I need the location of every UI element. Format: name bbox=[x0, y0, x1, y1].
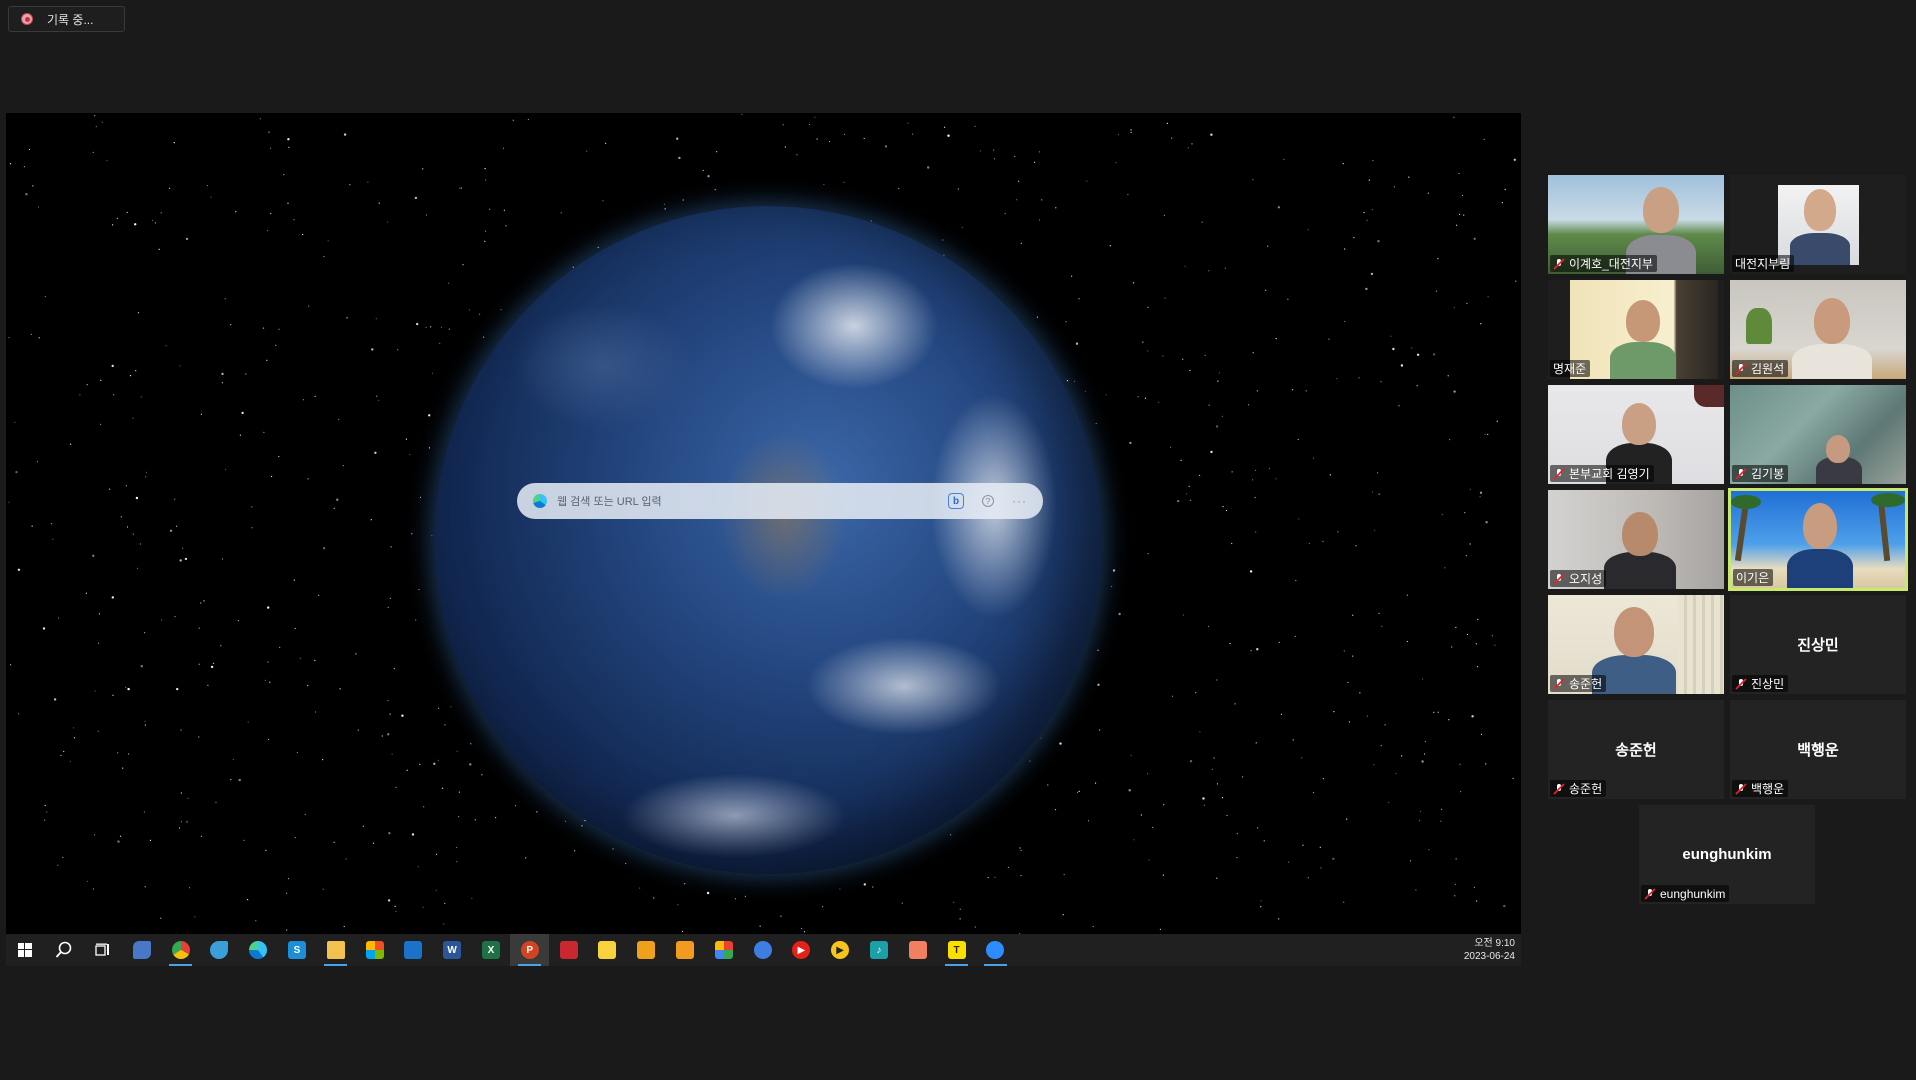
recording-label: 기록 중... bbox=[47, 12, 94, 27]
mail-icon[interactable] bbox=[394, 934, 433, 966]
participant-name: 오지성 bbox=[1569, 572, 1603, 586]
kakao-media-icon[interactable]: ▶ bbox=[821, 934, 860, 966]
help-icon[interactable]: ? bbox=[982, 495, 994, 507]
participant-name: 송준헌 bbox=[1569, 677, 1603, 691]
store-app-icon[interactable]: S bbox=[278, 934, 317, 966]
edge-logo-icon bbox=[533, 494, 547, 508]
participant-tile[interactable]: 오지성 bbox=[1548, 490, 1724, 589]
participant-tile[interactable]: 송준헌 송준헌 bbox=[1548, 700, 1724, 799]
kakaotalk-icon[interactable]: T bbox=[937, 934, 976, 966]
participant-name-label: 대전지부림 bbox=[1732, 255, 1795, 272]
file-explorer-icon[interactable] bbox=[316, 934, 355, 966]
mic-muted-icon bbox=[1735, 362, 1747, 375]
participant-name: 진상민 bbox=[1751, 677, 1785, 691]
microsoft-store-icon[interactable] bbox=[355, 934, 394, 966]
mic-muted-icon bbox=[1644, 887, 1656, 900]
mic-muted-icon bbox=[1735, 782, 1747, 795]
word-icon[interactable]: W bbox=[433, 934, 472, 966]
participant-name-label: 본부교회 김영기 bbox=[1550, 465, 1654, 482]
participant-name-label: eunghunkim bbox=[1641, 885, 1730, 902]
participant-name-label: 김기봉 bbox=[1732, 465, 1789, 482]
mic-muted-icon bbox=[1735, 467, 1747, 480]
app-orange-2-icon[interactable] bbox=[666, 934, 705, 966]
participant-tile[interactable]: 송준헌 bbox=[1548, 595, 1724, 694]
sticky-notes-icon[interactable] bbox=[588, 934, 627, 966]
chrome-icon[interactable] bbox=[161, 934, 200, 966]
participant-name: 이기은 bbox=[1736, 571, 1770, 585]
participant-name: 대전지부림 bbox=[1735, 257, 1791, 271]
bing-chat-icon[interactable]: b bbox=[948, 493, 964, 509]
mic-muted-icon bbox=[1735, 677, 1747, 690]
participant-name: 명재준 bbox=[1553, 362, 1587, 376]
youtube-icon[interactable]: ▶ bbox=[782, 934, 821, 966]
participant-name-label: 명재준 bbox=[1550, 360, 1591, 377]
app-bird-icon[interactable] bbox=[200, 934, 239, 966]
participant-name: 백행운 bbox=[1751, 782, 1785, 796]
participant-tile-active-speaker[interactable]: 이기은 bbox=[1728, 488, 1908, 591]
participant-name-label: 송준헌 bbox=[1550, 675, 1607, 692]
app-blue-robot-icon[interactable] bbox=[743, 934, 782, 966]
mic-muted-icon bbox=[1553, 677, 1565, 690]
task-view-icon[interactable] bbox=[84, 934, 123, 966]
participant-name: 송준헌 bbox=[1569, 782, 1603, 796]
app-red-icon[interactable] bbox=[549, 934, 588, 966]
participant-tile[interactable]: 이계호_대전지부 bbox=[1548, 175, 1724, 274]
app-photos-icon[interactable] bbox=[704, 934, 743, 966]
participant-tile[interactable]: 본부교회 김영기 bbox=[1548, 385, 1724, 484]
clock-date: 2023-06-24 bbox=[1463, 951, 1515, 962]
participant-name: 김원석 bbox=[1751, 362, 1785, 376]
participant-name-label: 송준헌 bbox=[1550, 780, 1607, 797]
record-icon bbox=[21, 13, 33, 25]
system-clock[interactable]: 오전 9:10 2023-06-24 bbox=[1464, 937, 1515, 963]
mic-muted-icon bbox=[1553, 572, 1565, 585]
participant-name: 김기봉 bbox=[1751, 467, 1785, 481]
participant-tile[interactable]: eunghunkim eunghunkim bbox=[1639, 805, 1815, 904]
windows-start-icon[interactable] bbox=[6, 934, 45, 966]
mic-muted-icon bbox=[1553, 257, 1565, 270]
clock-time: 오전 9:10 bbox=[1474, 938, 1515, 949]
windows-taskbar: S W X P ▶ ▶ ♪ T 오전 9:10 2023-06-24 bbox=[6, 934, 1521, 966]
powerpoint-icon[interactable]: P bbox=[510, 934, 550, 966]
participant-tile[interactable]: 진상민 진상민 bbox=[1730, 595, 1906, 694]
participant-name: eunghunkim bbox=[1660, 886, 1726, 901]
participant-name: 본부교회 김영기 bbox=[1569, 467, 1650, 481]
app-coral-icon[interactable] bbox=[898, 934, 937, 966]
participant-name-label: 김원석 bbox=[1732, 360, 1789, 377]
participant-tile[interactable]: 김원석 bbox=[1730, 280, 1906, 379]
zoom-icon[interactable] bbox=[976, 934, 1015, 966]
app-orange-1-icon[interactable] bbox=[627, 934, 666, 966]
search-icon[interactable] bbox=[45, 934, 84, 966]
participant-name-label: 이계호_대전지부 bbox=[1550, 255, 1657, 272]
shared-screen: 웹 검색 또는 URL 입력 b ? ··· S W X P ▶ ▶ ♪ T 오… bbox=[6, 113, 1521, 966]
recording-badge[interactable]: 기록 중... bbox=[8, 6, 125, 32]
excel-icon[interactable]: X bbox=[472, 934, 511, 966]
mic-muted-icon bbox=[1553, 467, 1565, 480]
participant-name-label: 진상민 bbox=[1732, 675, 1789, 692]
participant-name-label: 오지성 bbox=[1550, 570, 1607, 587]
tiktok-icon[interactable]: ♪ bbox=[860, 934, 899, 966]
participant-name-label: 이기은 bbox=[1733, 569, 1774, 586]
more-options-icon[interactable]: ··· bbox=[1012, 494, 1027, 508]
participant-name-label: 백행운 bbox=[1732, 780, 1789, 797]
browser-search-bar[interactable]: 웹 검색 또는 URL 입력 b ? ··· bbox=[517, 483, 1043, 519]
earth-wallpaper bbox=[434, 206, 1102, 874]
search-placeholder: 웹 검색 또는 URL 입력 bbox=[557, 496, 662, 508]
participant-tile[interactable]: 대전지부림 bbox=[1730, 175, 1906, 274]
mic-muted-icon bbox=[1553, 782, 1565, 795]
edge-icon[interactable] bbox=[239, 934, 278, 966]
participant-tile[interactable]: 김기봉 bbox=[1730, 385, 1906, 484]
participant-tile[interactable]: 백행운 백행운 bbox=[1730, 700, 1906, 799]
participant-tile[interactable]: 명재준 bbox=[1548, 280, 1724, 379]
participant-name: 이계호_대전지부 bbox=[1569, 257, 1653, 271]
onedrive-icon[interactable] bbox=[122, 934, 161, 966]
